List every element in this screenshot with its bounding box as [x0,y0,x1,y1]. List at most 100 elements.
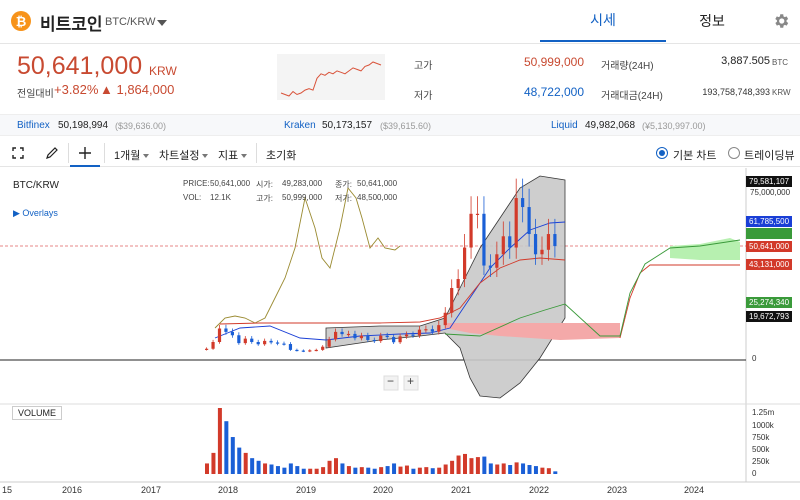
candle-body [237,335,241,344]
zoom-in-button[interactable]: + [407,374,414,388]
exchange-name[interactable]: Kraken [284,120,316,131]
legend-low-key: 저가: [335,194,352,203]
volume-bar [411,468,416,474]
exchange-name[interactable]: Liquid [551,120,578,131]
candle-body [288,344,293,350]
tradingview-radio[interactable] [728,147,740,159]
candle-body [205,348,209,350]
divider [104,143,105,163]
tab-info[interactable]: 정보 [666,0,758,42]
lagging-span-line [214,186,401,329]
candle-body [224,328,228,332]
pencil-icon[interactable] [45,146,59,160]
basic-chart-radio[interactable] [656,147,668,159]
candle-body [527,207,531,235]
axis-zero: 0 [752,354,757,363]
crosshair-tool[interactable] [70,139,100,167]
candle-body [450,288,454,313]
volume-bar [437,467,442,474]
axis-tag: 25,274,340 [746,297,793,308]
volume-bar [243,452,248,474]
candle-body [314,349,318,352]
legend-open-key: 시가: [256,180,273,189]
zoom-out-button[interactable]: − [387,374,394,388]
tradingview-label[interactable]: 트레이딩뷰 [744,147,795,163]
exchange-name[interactable]: Bitfinex [17,120,50,131]
coin-selector-caret-icon[interactable] [157,20,167,26]
volume-bar [533,466,538,474]
volume-bar [488,463,493,474]
volume-bar [288,463,293,474]
volume-bar [211,452,216,474]
reset-button[interactable]: 초기화 [266,147,296,163]
candle-body [211,342,215,349]
chart-settings-menu[interactable]: 차트설정 [159,147,209,163]
overlays-label: Overlays [22,208,58,218]
candle-body [275,342,280,344]
candle-body [301,350,305,352]
candle-body [443,312,447,326]
candle-body [366,335,370,340]
volume-bar [250,458,255,474]
legend-close-value: 50,641,000 [357,179,398,188]
year-tick: 2021 [451,485,472,495]
volume-bar [469,458,474,474]
volume-bar [366,467,371,474]
volume-label: VOLUME [12,406,63,420]
volume-bar [205,463,209,474]
indicators-menu[interactable]: 지표 [218,147,248,163]
volume-bar [450,460,455,474]
candle-body [263,340,267,345]
candle-body [430,329,434,332]
candle-body [495,254,499,268]
legend-close-key: 종가: [335,180,352,189]
fullscreen-icon[interactable] [12,147,24,159]
low-label: 저가 [414,91,433,102]
candle-body [308,350,312,352]
legend-price-key: PRICE: [183,179,210,188]
legend-high-value: 50,999,000 [282,193,323,202]
period-select[interactable]: 1개월 [114,147,150,163]
gear-icon[interactable] [772,12,790,30]
candle-body [243,338,247,344]
amount-label: 거래대금(24H) [601,91,663,102]
volume-label: 거래량(24H) [601,61,654,72]
axis-tick: 75,000,000 [750,188,791,197]
amount-unit: KRW [772,88,791,97]
exchange-usd: (¥5,130,997.00) [642,121,706,131]
volume-bar [521,463,526,474]
legend-low-value: 48,500,000 [357,193,398,202]
exchange-usd: ($39,636.00) [115,121,167,131]
exchange-price: 49,982,068 [585,120,636,131]
volume-bar [540,467,545,474]
exchange-usd: ($39,615.60) [380,121,432,131]
candle-body [217,328,222,343]
volume-tick: 1000k [752,421,774,430]
volume-bar [269,464,274,474]
candle-body [404,334,409,337]
volume-bar [256,460,261,474]
volume-bar [359,467,364,474]
basic-chart-label[interactable]: 기본 차트 [673,147,717,163]
volume-bar [372,468,377,474]
volume-tick: 1.25m [752,408,775,417]
low-value: 48,722,000 [523,85,584,99]
volume-bar [230,437,235,474]
candle-body [346,333,351,336]
year-tick: 2018 [218,485,239,495]
overlays-toggle[interactable]: ▶ Overlays [13,208,58,219]
year-tick: 2024 [684,485,705,495]
volume-bar [443,464,448,474]
volume-bar [282,467,287,474]
header-bar: ₿ 비트코인 BTC/KRW 시세 정보 [0,0,800,44]
volume-bar [527,465,532,474]
tab-quote[interactable]: 시세 [540,0,666,42]
price-chart[interactable]: − + BTC/KRW ▶ Overlays PRICE: 50,641,000… [0,168,800,500]
change-amount: ▲ 1,864,000 [100,82,175,97]
volume-bar [482,456,487,474]
volume-bar [546,468,551,474]
year-tick: 2023 [607,485,628,495]
volume-tick: 500k [752,445,770,454]
candle-body [456,279,460,289]
divider [68,143,69,163]
